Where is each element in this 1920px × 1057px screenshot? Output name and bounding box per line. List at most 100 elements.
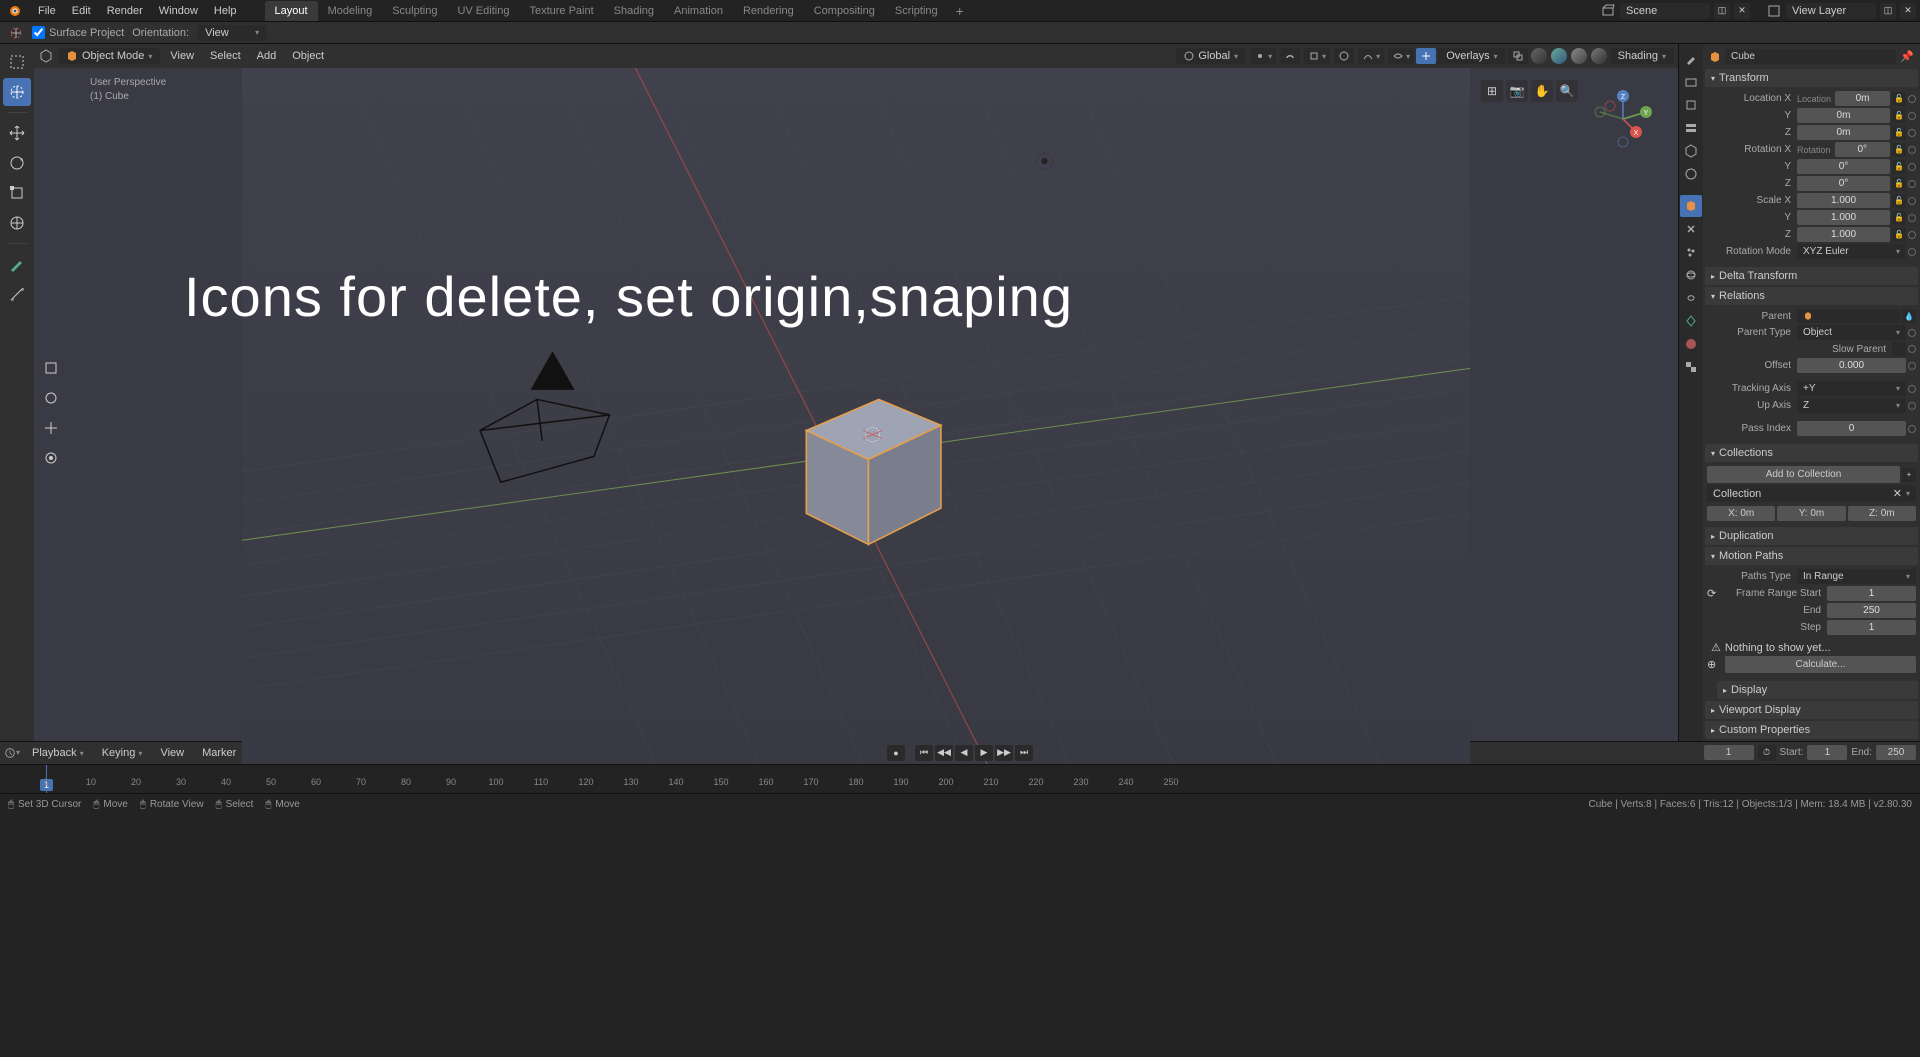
tool-scale[interactable]	[3, 179, 31, 207]
play-reverse-button[interactable]: ◀	[955, 745, 973, 761]
viewport-menu-object[interactable]: Object	[286, 48, 330, 64]
lock-loc-z[interactable]: 🔓	[1892, 126, 1906, 140]
timeline-marker[interactable]: Marker	[196, 745, 242, 761]
frame-start-input[interactable]: 1	[1827, 586, 1916, 601]
scene-new-button[interactable]: ◫	[1714, 3, 1730, 19]
add-collection-plus[interactable]: +	[1902, 468, 1916, 482]
menu-help[interactable]: Help	[206, 2, 245, 20]
frame-end-input[interactable]: 250	[1827, 603, 1916, 618]
keyframe-next-button[interactable]: ▶▶	[995, 745, 1013, 761]
scale-x-input[interactable]: 1.000	[1797, 193, 1890, 208]
nav-zoom2-icon[interactable]: 🔍	[1556, 80, 1578, 102]
section-collections[interactable]: ▾Collections	[1705, 444, 1918, 462]
lock-rot-x[interactable]: 🔓	[1892, 143, 1906, 157]
rotation-x-input[interactable]: 0°	[1835, 142, 1890, 157]
prop-tab-viewlayer[interactable]	[1680, 117, 1702, 139]
nav-camera-icon[interactable]: 📷	[1506, 80, 1528, 102]
proportional-toggle[interactable]	[1334, 48, 1354, 64]
section-motion-paths[interactable]: ▾Motion Paths	[1705, 547, 1918, 565]
proportional-falloff[interactable]: ▾	[1358, 48, 1384, 64]
orientation-select[interactable]: View▾	[197, 25, 267, 41]
prop-tab-particles[interactable]	[1680, 241, 1702, 263]
transform-orientation-select[interactable]: Global▾	[1176, 48, 1246, 64]
shading-lookdev[interactable]	[1571, 48, 1587, 64]
viewlayer-name-field[interactable]: View Layer	[1786, 3, 1876, 19]
viewlayer-new-button[interactable]: ◫	[1880, 3, 1896, 19]
prop-tab-constraints[interactable]	[1680, 287, 1702, 309]
section-duplication[interactable]: ▸Duplication	[1705, 527, 1918, 545]
timeline-view[interactable]: View	[154, 745, 190, 761]
frame-step-input[interactable]: 1	[1827, 620, 1916, 635]
lock-scale-x[interactable]: 🔓	[1892, 194, 1906, 208]
preview-range-toggle[interactable]: ⏱	[1758, 745, 1776, 761]
pivot-point-select[interactable]: ▾	[1250, 48, 1276, 64]
viewport-menu-view[interactable]: View	[164, 48, 200, 64]
prop-tab-material[interactable]	[1680, 333, 1702, 355]
start-frame-input[interactable]: 1	[1807, 745, 1847, 760]
prop-tab-texture[interactable]	[1680, 356, 1702, 378]
viewport-menu-select[interactable]: Select	[204, 48, 247, 64]
collection-row[interactable]: Collection✕▾	[1707, 485, 1916, 502]
play-button[interactable]: ▶	[975, 745, 993, 761]
viewport-menu-add[interactable]: Add	[251, 48, 283, 64]
gizmo-toggle[interactable]	[1416, 48, 1436, 64]
lock-rot-z[interactable]: 🔓	[1892, 177, 1906, 191]
anim-rot-mode[interactable]	[1908, 248, 1916, 256]
workspace-texturepaint[interactable]: Texture Paint	[519, 1, 603, 21]
menu-window[interactable]: Window	[151, 2, 206, 20]
autokey-toggle[interactable]: ●	[887, 745, 905, 761]
timeline-ruler[interactable]: 1 11020304050607080901001101201301401501…	[0, 764, 1920, 793]
add-to-collection-button[interactable]: Add to Collection	[1707, 466, 1900, 483]
editor-type-icon[interactable]	[38, 48, 54, 64]
workspace-sculpting[interactable]: Sculpting	[382, 1, 447, 21]
timeline-keying[interactable]: Keying ▾	[96, 745, 149, 761]
section-viewport-display[interactable]: ▸Viewport Display	[1705, 701, 1918, 719]
nav-gizmo[interactable]: Y Z X	[1588, 84, 1658, 154]
parent-type-select[interactable]: Object▾	[1797, 325, 1906, 340]
tool-transform[interactable]	[3, 209, 31, 237]
tool-rotate[interactable]	[3, 149, 31, 177]
parent-select[interactable]	[1797, 309, 1900, 323]
lock-scale-y[interactable]: 🔓	[1892, 211, 1906, 225]
refresh-icon[interactable]: ⟳	[1707, 587, 1723, 600]
location-z-input[interactable]: 0m	[1797, 125, 1890, 140]
calculate-target-icon[interactable]: ⊕	[1707, 658, 1723, 671]
lock-scale-z[interactable]: 🔓	[1892, 228, 1906, 242]
rotation-z-input[interactable]: 0°	[1797, 176, 1890, 191]
keyframe-prev-button[interactable]: ◀◀	[935, 745, 953, 761]
location-y-input[interactable]: 0m	[1797, 108, 1890, 123]
cursor-icon[interactable]	[8, 25, 24, 41]
npanel-tool-b[interactable]	[37, 384, 65, 412]
scene-delete-button[interactable]: ✕	[1734, 3, 1750, 19]
object-name-field[interactable]: Cube	[1725, 49, 1896, 64]
anim-rot-z[interactable]	[1908, 180, 1916, 188]
section-transform[interactable]: ▾Transform	[1705, 69, 1918, 87]
nav-pan-icon[interactable]: ✋	[1531, 80, 1553, 102]
section-custom-properties[interactable]: ▸Custom Properties	[1705, 721, 1918, 739]
slow-parent-checkbox[interactable]	[1892, 342, 1906, 356]
section-delta-transform[interactable]: ▸Delta Transform	[1705, 267, 1918, 285]
tool-select-box[interactable]	[3, 48, 31, 76]
workspace-add-button[interactable]: +	[948, 0, 972, 22]
pin-icon[interactable]: 📌	[1900, 50, 1914, 64]
scale-y-input[interactable]: 1.000	[1797, 210, 1890, 225]
collection-offset-x[interactable]: X: 0m	[1707, 506, 1775, 521]
tool-move[interactable]	[3, 119, 31, 147]
workspace-uvediting[interactable]: UV Editing	[447, 1, 519, 21]
prop-tab-render[interactable]	[1680, 71, 1702, 93]
offset-input[interactable]: 0.000	[1797, 358, 1906, 373]
anim-loc-z[interactable]	[1908, 129, 1916, 137]
prop-tab-data[interactable]	[1680, 310, 1702, 332]
shading-solid[interactable]	[1551, 48, 1567, 64]
scene-icon[interactable]	[1600, 3, 1616, 19]
anim-scale-z[interactable]	[1908, 231, 1916, 239]
interaction-mode-select[interactable]: Object Mode▾	[58, 48, 160, 64]
collection-remove[interactable]: ✕	[1893, 487, 1902, 500]
snap-toggle[interactable]	[1280, 48, 1300, 64]
nav-zoom-icon[interactable]: ⊞	[1481, 80, 1503, 102]
anim-rot-y[interactable]	[1908, 163, 1916, 171]
jump-end-button[interactable]: ⏭	[1015, 745, 1033, 761]
prop-tab-object[interactable]	[1680, 195, 1702, 217]
scale-z-input[interactable]: 1.000	[1797, 227, 1890, 242]
workspace-layout[interactable]: Layout	[265, 1, 318, 21]
